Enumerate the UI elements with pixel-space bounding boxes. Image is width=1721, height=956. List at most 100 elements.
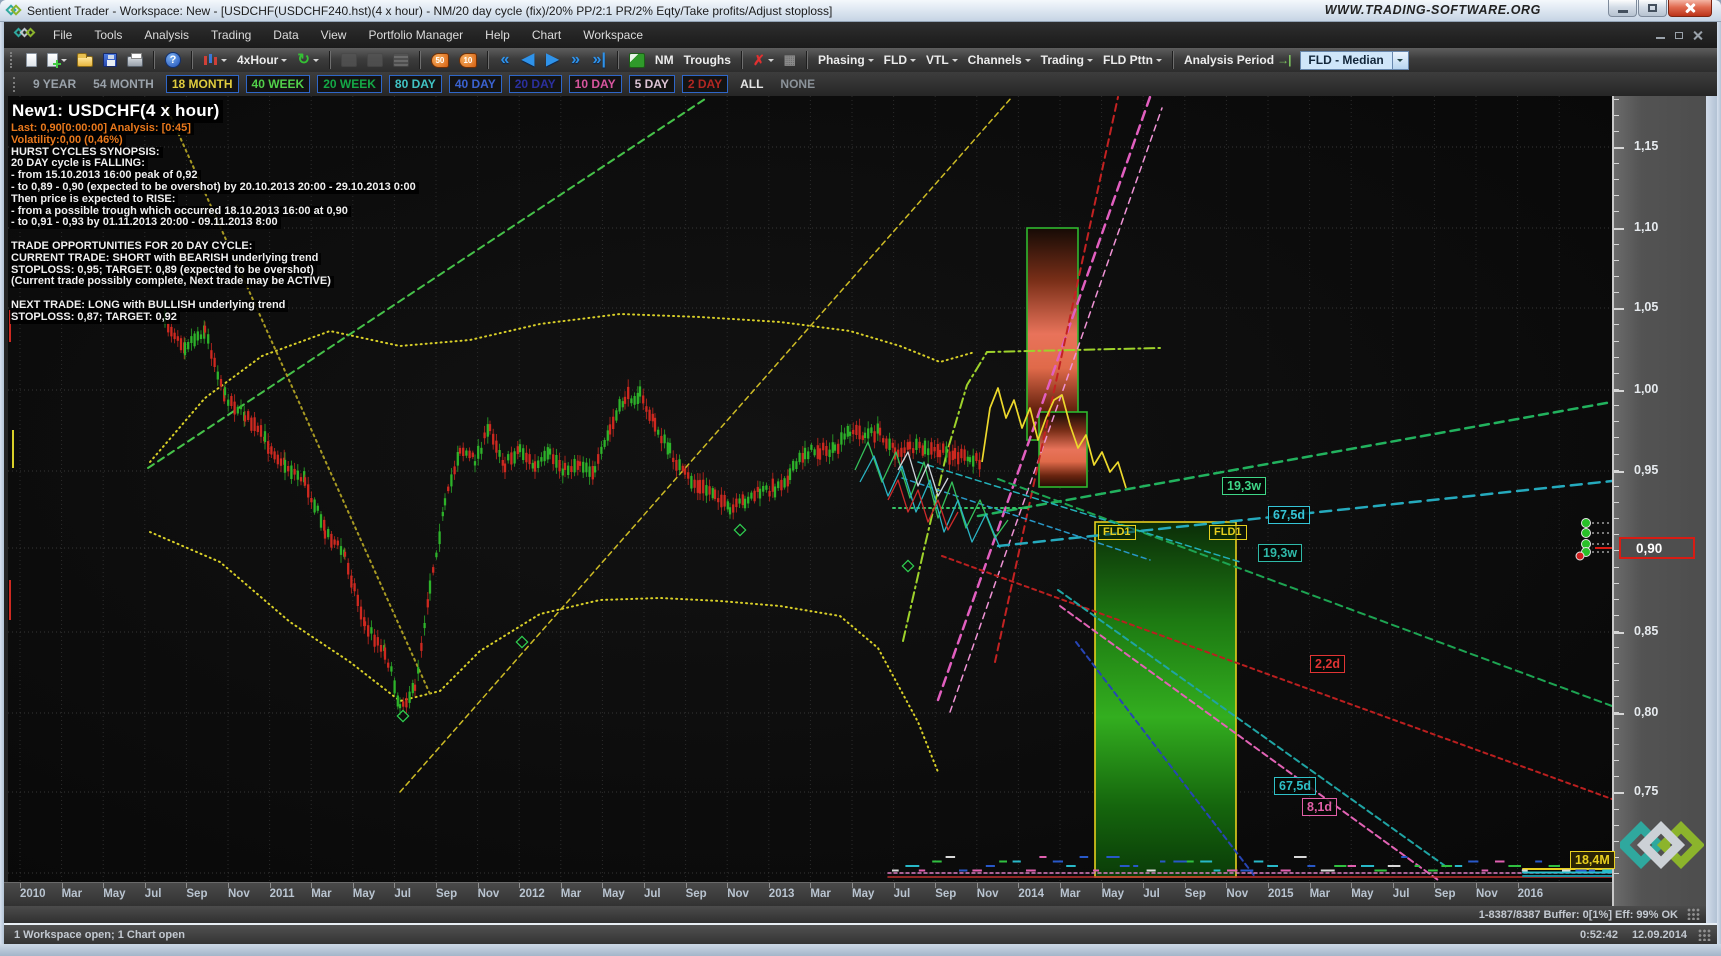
price-minor-tick bbox=[1614, 615, 1619, 616]
date-label: Sep bbox=[935, 888, 956, 900]
refresh-button[interactable]: ↻ bbox=[293, 50, 323, 70]
toolbar-menu-phasing[interactable]: Phasing bbox=[814, 50, 878, 70]
troughs-button[interactable]: Troughs bbox=[680, 50, 735, 70]
menu-analysis[interactable]: Analysis bbox=[133, 23, 200, 47]
nav-prev-button[interactable]: ◀ bbox=[517, 50, 539, 70]
list-button-disabled bbox=[389, 50, 413, 70]
nav-last-icon: »| bbox=[592, 52, 607, 68]
chevron-down-icon bbox=[313, 59, 319, 65]
price-minor-tick bbox=[1614, 841, 1619, 842]
restore-icon bbox=[1648, 4, 1657, 12]
toolbar-menu-channels[interactable]: Channels bbox=[964, 50, 1035, 70]
price-minor-tick bbox=[1614, 825, 1619, 826]
date-label: 2011 bbox=[270, 888, 295, 900]
timeframe-80-day[interactable]: 80 DAY bbox=[389, 75, 442, 93]
timeframe-2-day[interactable]: 2 DAY bbox=[682, 75, 728, 93]
zoom-icon bbox=[341, 53, 357, 67]
new-workspace-button[interactable] bbox=[21, 50, 41, 70]
price-minor-tick bbox=[1614, 260, 1619, 261]
timeframe-none[interactable]: NONE bbox=[775, 76, 820, 92]
price-minor-tick bbox=[1614, 567, 1619, 568]
price-chart-canvas[interactable] bbox=[0, 96, 1612, 882]
nav-last-button[interactable]: »| bbox=[588, 50, 611, 70]
rewind-10-button[interactable]: 10 bbox=[455, 50, 481, 70]
timeframe-18-month[interactable]: 18 MONTH bbox=[166, 75, 239, 93]
delete-analysis-button[interactable]: ✗ bbox=[749, 50, 778, 70]
price-minor-tick bbox=[1614, 857, 1619, 858]
analysis-period-button[interactable]: Analysis Period→| bbox=[1180, 50, 1294, 70]
nav-play-button[interactable]: ▶ bbox=[541, 50, 563, 70]
troughs-mode-button[interactable] bbox=[625, 50, 649, 70]
toolbar-separator bbox=[153, 51, 155, 69]
date-label: Mar bbox=[561, 888, 581, 900]
toolbar-menu-trading[interactable]: Trading bbox=[1037, 50, 1097, 70]
timeframe-10-day[interactable]: 10 DAY bbox=[569, 75, 622, 93]
menu-tools[interactable]: Tools bbox=[83, 23, 133, 47]
price-minor-tick bbox=[1614, 324, 1619, 325]
menu-view[interactable]: View bbox=[310, 23, 358, 47]
print-button[interactable] bbox=[123, 50, 147, 70]
menu-data[interactable]: Data bbox=[262, 23, 309, 47]
timeframe-40-day[interactable]: 40 DAY bbox=[449, 75, 502, 93]
fld-median-combobox[interactable]: FLD - Median bbox=[1300, 51, 1408, 70]
timeframe-20-day[interactable]: 20 DAY bbox=[509, 75, 562, 93]
help-button[interactable]: ? bbox=[161, 50, 185, 70]
toolbar-separator bbox=[806, 51, 808, 69]
timeframe-bar-grip[interactable] bbox=[13, 77, 17, 92]
app-status-bar: 1 Workspace open; 1 Chart open 0:52:42 1… bbox=[4, 925, 1717, 944]
combobox-dropdown-button[interactable] bbox=[1392, 52, 1408, 69]
timeframe-54-month[interactable]: 54 MONTH bbox=[88, 76, 159, 92]
save-button[interactable] bbox=[99, 50, 121, 70]
mdi-minimize-icon[interactable] bbox=[1656, 37, 1665, 39]
price-minor-tick bbox=[1614, 179, 1619, 180]
toolbar-menu-fld-pttn[interactable]: FLD Pttn bbox=[1099, 50, 1166, 70]
menu-trading[interactable]: Trading bbox=[200, 23, 262, 47]
resize-grip[interactable] bbox=[1687, 908, 1700, 920]
right-window-edge bbox=[1717, 22, 1721, 944]
timeframe-20-week[interactable]: 20 WEEK bbox=[317, 75, 382, 93]
restore-button[interactable] bbox=[1638, 0, 1667, 17]
price-major-tick bbox=[1614, 713, 1624, 715]
period-value: 4xHour bbox=[237, 53, 278, 67]
menu-chart[interactable]: Chart bbox=[521, 23, 572, 47]
nav-first-button[interactable]: « bbox=[495, 50, 515, 70]
timeframe-9-year[interactable]: 9 YEAR bbox=[28, 76, 81, 92]
nav-next-button[interactable]: » bbox=[566, 50, 586, 70]
toolbar-separator bbox=[419, 51, 421, 69]
price-minor-tick bbox=[1614, 663, 1619, 664]
grid-icon: ▦ bbox=[784, 52, 796, 68]
timeframe-40-week[interactable]: 40 WEEK bbox=[246, 75, 311, 93]
price-major-tick bbox=[1614, 308, 1624, 310]
menu-workspace[interactable]: Workspace bbox=[572, 23, 654, 47]
price-tick-label: 1,00 bbox=[1634, 382, 1658, 396]
right-window-border bbox=[1706, 96, 1717, 923]
menu-portfolio-manager[interactable]: Portfolio Manager bbox=[357, 23, 474, 47]
pan-button-disabled bbox=[363, 50, 387, 70]
price-minor-tick bbox=[1614, 873, 1619, 874]
period-selector[interactable]: 4xHour bbox=[233, 50, 291, 70]
rewind-50-icon: 50 bbox=[431, 53, 449, 68]
rewind-50-button[interactable]: 50 bbox=[427, 50, 453, 70]
toolbar: ? 4xHour ↻ 50 10 « ◀ ▶ » »| NM Troughs ✗… bbox=[4, 48, 1717, 72]
date-axis[interactable]: 2010MarMayJulSepNov2011MarMayJulSepNov20… bbox=[0, 882, 1612, 906]
mdi-close-icon[interactable] bbox=[1693, 31, 1703, 40]
timeframe-all[interactable]: ALL bbox=[735, 76, 768, 92]
minimize-button[interactable] bbox=[1608, 0, 1637, 17]
price-major-tick bbox=[1614, 147, 1624, 149]
timeframe-5-day[interactable]: 5 DAY bbox=[629, 75, 675, 93]
mdi-restore-icon[interactable] bbox=[1675, 32, 1683, 39]
menu-file[interactable]: File bbox=[42, 23, 83, 47]
toolbar-menu-vtl[interactable]: VTL bbox=[922, 50, 962, 70]
toolbar-separator bbox=[329, 51, 331, 69]
open-button[interactable] bbox=[73, 50, 97, 70]
price-axis[interactable]: 1,151,101,051,000,950,850,800,75 0,90 bbox=[1612, 96, 1706, 906]
menu-help[interactable]: Help bbox=[474, 23, 521, 47]
resize-grip[interactable] bbox=[1698, 929, 1711, 941]
new-chart-button[interactable] bbox=[43, 50, 71, 70]
price-tick-label: 1,10 bbox=[1634, 220, 1658, 234]
chart-type-button[interactable] bbox=[199, 50, 231, 70]
close-button[interactable] bbox=[1668, 0, 1712, 17]
date-label: Jul bbox=[394, 888, 411, 900]
toolbar-grip[interactable] bbox=[10, 52, 14, 68]
toolbar-menu-fld[interactable]: FLD bbox=[880, 50, 920, 70]
